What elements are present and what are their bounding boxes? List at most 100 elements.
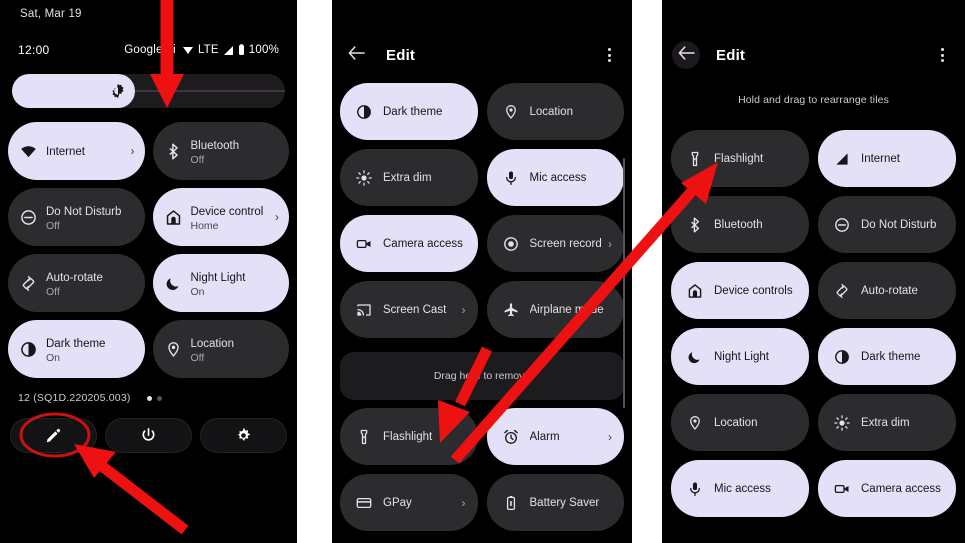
- scrollbar[interactable]: [623, 158, 625, 408]
- power-button[interactable]: [105, 418, 192, 453]
- chevron-right-icon[interactable]: ›: [462, 303, 466, 317]
- edit-tile-night-light[interactable]: Night Light: [671, 328, 809, 385]
- location-pin-icon: [503, 104, 519, 120]
- status-bar: 12:00 Google Fi LTE 100%: [0, 42, 297, 58]
- edit-tile-screen-cast[interactable]: Screen Cast ›: [340, 281, 478, 338]
- edit-tile-airplane-mode[interactable]: Airplane mode: [486, 281, 624, 338]
- edit-tile-flashlight[interactable]: Flashlight: [340, 408, 478, 465]
- qs-tile-label: Do Not Disturb: [46, 205, 122, 218]
- chevron-right-icon[interactable]: ›: [608, 430, 612, 444]
- qs-tile-sublabel: Off: [190, 153, 205, 166]
- quick-settings-footer-buttons: [10, 418, 287, 453]
- edit-tile-gpay[interactable]: GPay ›: [340, 474, 478, 531]
- moon-icon: [165, 275, 182, 292]
- edit-tile-label: Mic access: [714, 482, 771, 495]
- chevron-right-icon[interactable]: ›: [608, 237, 612, 251]
- settings-button[interactable]: [200, 418, 287, 453]
- battery-status-icon: [238, 44, 245, 56]
- edit-tile-flashlight[interactable]: Flashlight: [671, 130, 809, 187]
- qs-tile-text: Location Off: [191, 334, 280, 365]
- edit-tile-label: Flashlight: [383, 430, 433, 443]
- edit-tile-label: Bluetooth: [714, 218, 763, 231]
- edit-tile-label: Device controls: [714, 284, 793, 297]
- home-icon: [165, 209, 182, 226]
- edit-tile-extra-dim[interactable]: Extra dim: [340, 149, 478, 206]
- qs-tile-auto-rotate[interactable]: Auto-rotate Off: [8, 254, 145, 312]
- brightness-slider[interactable]: [12, 74, 285, 108]
- edit-tile-label: Do Not Disturb: [861, 218, 937, 231]
- pencil-icon: [45, 427, 62, 444]
- edit-tile-label: Dark theme: [383, 105, 443, 118]
- credit-card-icon: [356, 495, 372, 511]
- quick-settings-tile-grid: Internet › Bluetooth Off Do Not Disturb Off De…: [8, 122, 289, 378]
- edit-tile-location[interactable]: Location: [671, 394, 809, 451]
- back-button[interactable]: [672, 41, 700, 69]
- gear-icon: [235, 427, 252, 444]
- extra-dim-icon: [356, 169, 372, 186]
- edit-tile-location[interactable]: Location: [486, 83, 624, 140]
- qs-tile-text: Dark theme On: [46, 334, 135, 365]
- brightness-icon: [110, 83, 126, 99]
- chevron-right-icon[interactable]: ›: [462, 496, 466, 510]
- back-button[interactable]: [342, 41, 370, 69]
- qs-tile-night-light[interactable]: Night Light On: [152, 254, 289, 312]
- qs-tile-label: Internet: [46, 146, 85, 158]
- remove-drop-zone[interactable]: Drag here to remove: [340, 352, 624, 400]
- edit-tile-label: GPay: [383, 496, 412, 509]
- wifi-icon: [20, 143, 37, 160]
- battery-percent-label: 100%: [248, 44, 279, 56]
- edit-tile-dark-theme[interactable]: Dark theme: [818, 328, 956, 385]
- qs-tile-dark-theme[interactable]: Dark theme On: [8, 320, 145, 378]
- page-dot[interactable]: [146, 395, 152, 401]
- location-pin-icon: [687, 415, 703, 431]
- edit-tile-internet[interactable]: Internet: [818, 130, 956, 187]
- airplane-icon: [503, 302, 519, 318]
- edit-tile-label: Extra dim: [861, 416, 910, 429]
- kebab-menu-icon[interactable]: [600, 44, 618, 66]
- edit-tile-dark-theme[interactable]: Dark theme: [340, 83, 478, 140]
- edit-app-bar: Edit: [662, 38, 965, 72]
- chevron-right-icon[interactable]: ›: [129, 145, 135, 157]
- cellular-signal-icon: [223, 45, 234, 56]
- do-not-disturb-icon: [834, 217, 850, 233]
- edit-tile-device-controls[interactable]: Device controls: [671, 262, 809, 319]
- page-dot[interactable]: [156, 395, 162, 401]
- page-indicator-dots[interactable]: [146, 395, 162, 401]
- qs-tile-sublabel: Off: [190, 351, 205, 364]
- edit-panel-before: Edit Dark theme Location Extra dim Mic acce…: [332, 0, 632, 543]
- carrier-label: Google Fi: [124, 44, 176, 56]
- edit-tile-mic-access[interactable]: Mic access: [486, 149, 624, 206]
- edit-tile-camera-access[interactable]: Camera access: [340, 215, 478, 272]
- edit-tile-extra-dim[interactable]: Extra dim: [818, 394, 956, 451]
- edit-tile-auto-rotate[interactable]: Auto-rotate: [818, 262, 956, 319]
- edit-tile-label: Auto-rotate: [861, 284, 918, 297]
- edit-tile-battery-saver[interactable]: Battery Saver: [486, 474, 624, 531]
- edit-button[interactable]: [10, 418, 97, 453]
- qs-tile-do-not-disturb[interactable]: Do Not Disturb Off: [8, 188, 145, 246]
- kebab-menu-icon[interactable]: [933, 44, 951, 66]
- edit-tile-do-not-disturb[interactable]: Do Not Disturb: [818, 196, 956, 253]
- qs-tile-internet[interactable]: Internet ›: [8, 122, 145, 180]
- edit-tile-mic-access[interactable]: Mic access: [671, 460, 809, 517]
- auto-rotate-icon: [834, 283, 850, 299]
- edit-tile-bluetooth[interactable]: Bluetooth: [671, 196, 809, 253]
- qs-tile-device-control[interactable]: Device control Home ›: [152, 188, 289, 246]
- qs-tile-bluetooth[interactable]: Bluetooth Off: [152, 122, 289, 180]
- qs-tile-location[interactable]: Location Off: [152, 320, 289, 378]
- status-clock: 12:00: [18, 43, 50, 57]
- edit-tile-label: Extra dim: [383, 171, 432, 184]
- signal-icon: [834, 151, 850, 167]
- edit-tile-grid: Flashlight Internet Bluetooth Do Not Distur…: [671, 130, 956, 517]
- qs-tile-label: Auto-rotate: [46, 271, 103, 284]
- qs-tile-sublabel: On: [46, 351, 61, 364]
- auto-rotate-icon: [20, 275, 37, 292]
- inactive-tile-grid: Flashlight Alarm › GPay › Battery Saver: [340, 408, 624, 531]
- home-icon: [687, 283, 703, 299]
- screenshot-root: Sat, Mar 19 12:00 Google Fi LTE 100% Int…: [0, 0, 965, 543]
- chevron-right-icon[interactable]: ›: [273, 211, 279, 223]
- qs-tile-sublabel: Home: [190, 219, 219, 232]
- edit-tile-camera-access[interactable]: Camera access: [818, 460, 956, 517]
- edit-tile-alarm[interactable]: Alarm ›: [486, 408, 624, 465]
- camera-icon: [356, 236, 372, 252]
- edit-tile-screen-record[interactable]: Screen record ›: [486, 215, 624, 272]
